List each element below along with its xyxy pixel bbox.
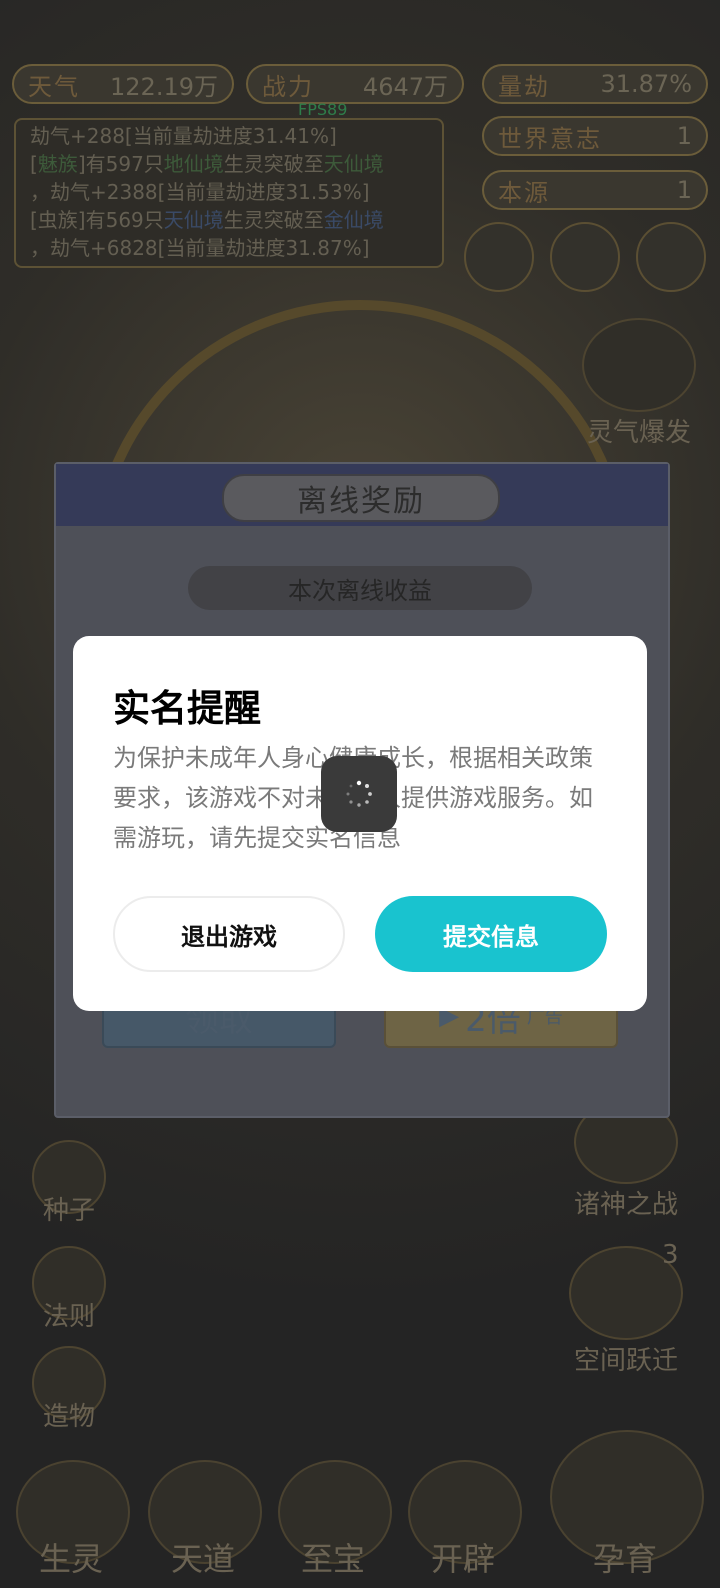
create-button[interactable]: 造物	[26, 1346, 112, 1433]
panel-subtitle: 本次离线收益	[188, 566, 532, 610]
submit-info-button[interactable]: 提交信息	[375, 896, 607, 972]
gods-war-label: 诸神之战	[573, 1190, 678, 1220]
law-label: 法则	[42, 1302, 95, 1332]
swirl-icon[interactable]	[550, 222, 620, 292]
stat-zhanli-label: 战力	[262, 72, 314, 101]
stat-tianqi-value: 122.19万	[110, 72, 218, 101]
card-icon[interactable]	[464, 222, 534, 292]
panel-title: 离线奖励	[222, 474, 500, 522]
log-line: 劫气+288[当前量劫进度31.41%]	[30, 124, 337, 148]
seed-label: 种子	[42, 1196, 95, 1226]
exit-game-button[interactable]: 退出游戏	[113, 896, 345, 972]
spirit-burst-button[interactable]: 灵气爆发	[574, 318, 704, 449]
stat-world-will-value: 1	[676, 122, 692, 150]
log-line: ，劫气+2388[当前量劫进度31.53%]	[30, 180, 370, 204]
stat-liangjie-label: 量劫	[498, 72, 550, 101]
stat-zhanli-value: 4647万	[362, 72, 448, 101]
stat-benyuan-label: 本源	[498, 178, 550, 207]
stat-world-will[interactable]: 世界意志 1	[482, 116, 708, 156]
nav-label: 至宝	[300, 1540, 365, 1578]
law-button[interactable]: 法则	[26, 1246, 112, 1333]
nav-kaipi[interactable]: 开辟	[408, 1460, 522, 1580]
log-line: [魅族]有597只地仙境生灵突破至天仙境	[30, 152, 384, 176]
loading-spinner	[321, 756, 397, 832]
nav-breed[interactable]: 孕育	[550, 1430, 704, 1580]
spinner-icon	[346, 780, 372, 807]
space-jump-label: 空间跃迁	[573, 1346, 678, 1376]
log-line: ，劫气+6828[当前量劫进度31.87%]	[30, 236, 370, 260]
event-log: 劫气+288[当前量劫进度31.41%] [魅族]有597只地仙境生灵突破至天仙…	[14, 118, 444, 268]
nav-label: 生灵	[38, 1540, 103, 1578]
stat-tianqi: 天气 122.19万	[12, 64, 234, 104]
nav-shengling[interactable]: 生灵	[16, 1460, 130, 1580]
burst-icon	[582, 318, 696, 412]
stat-liangjie: 量劫 31.87%	[482, 64, 708, 104]
stat-benyuan-value: 1	[676, 176, 692, 204]
stat-world-will-label: 世界意志	[498, 124, 602, 153]
spirit-burst-label: 灵气爆发	[586, 418, 691, 448]
fps-counter: FPS89	[298, 100, 348, 119]
space-jump-badge: 3	[662, 1240, 679, 1270]
create-label: 造物	[42, 1402, 95, 1432]
stat-benyuan[interactable]: 本源 1	[482, 170, 708, 210]
breed-label: 孕育	[592, 1540, 657, 1578]
nav-label: 天道	[170, 1540, 235, 1578]
nav-zhibao[interactable]: 至宝	[278, 1460, 392, 1580]
nav-label: 开辟	[430, 1540, 495, 1578]
log-line: [虫族]有569只天仙境生灵突破至金仙境	[30, 208, 384, 232]
gods-war-button[interactable]: 诸神之战	[558, 1100, 694, 1221]
stat-tianqi-label: 天气	[28, 72, 80, 101]
stat-zhanli: 战力 4647万	[246, 64, 464, 104]
nav-tiandao[interactable]: 天道	[148, 1460, 262, 1580]
dialog-title: 实名提醒	[113, 687, 261, 730]
seed-button[interactable]: 种子	[26, 1140, 112, 1227]
stat-liangjie-value: 31.87%	[600, 70, 692, 98]
boot-icon[interactable]	[636, 222, 706, 292]
